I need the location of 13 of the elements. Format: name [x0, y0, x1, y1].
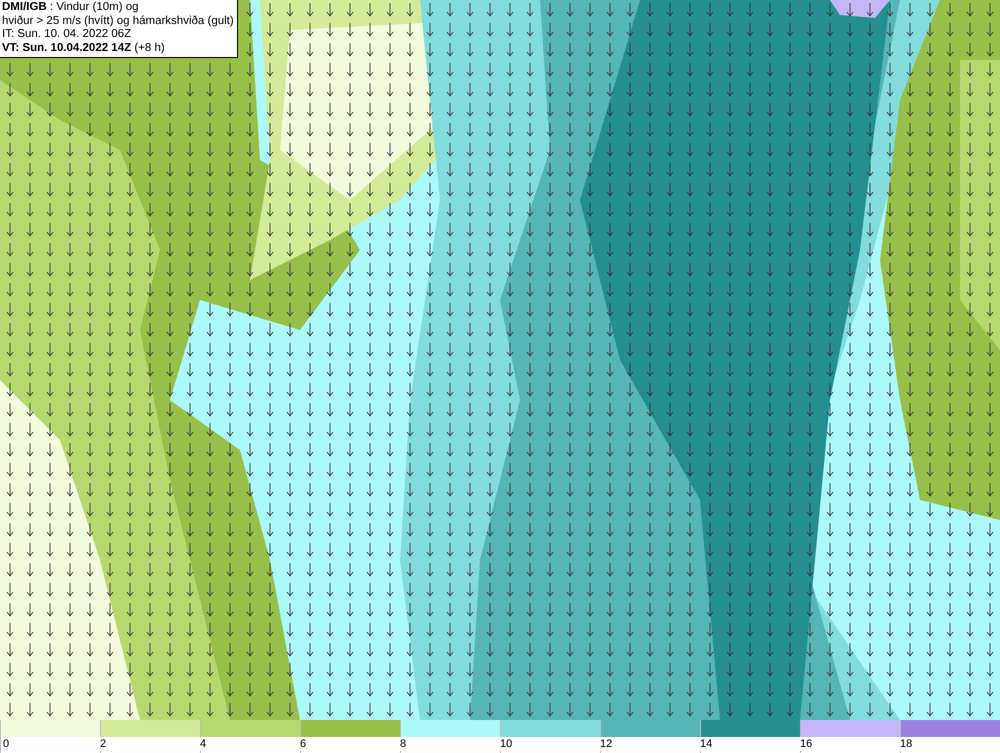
info-text: IT: Sun. 10. 04. 2022 06Z	[2, 28, 132, 42]
legend-label: 2	[98, 737, 106, 751]
info-text: VT: Sun. 10.04.2022 14Z (+8 h)	[2, 42, 166, 55]
info-text: DMI/IGB : Vindur (10m) og	[2, 1, 140, 14]
legend-label: 8	[398, 737, 406, 751]
legend-label: 6	[298, 737, 306, 751]
info-text: hviður > 25 m/s (hvítt) og hámarkshviða (gult)	[2, 14, 234, 28]
legend-label: 10	[498, 737, 512, 751]
legend-label: 18	[898, 737, 912, 751]
legend-label: 16	[798, 737, 812, 751]
legend-label: 12	[598, 737, 612, 751]
legend-label: 14	[698, 737, 712, 751]
legend-label: 4	[198, 737, 206, 751]
